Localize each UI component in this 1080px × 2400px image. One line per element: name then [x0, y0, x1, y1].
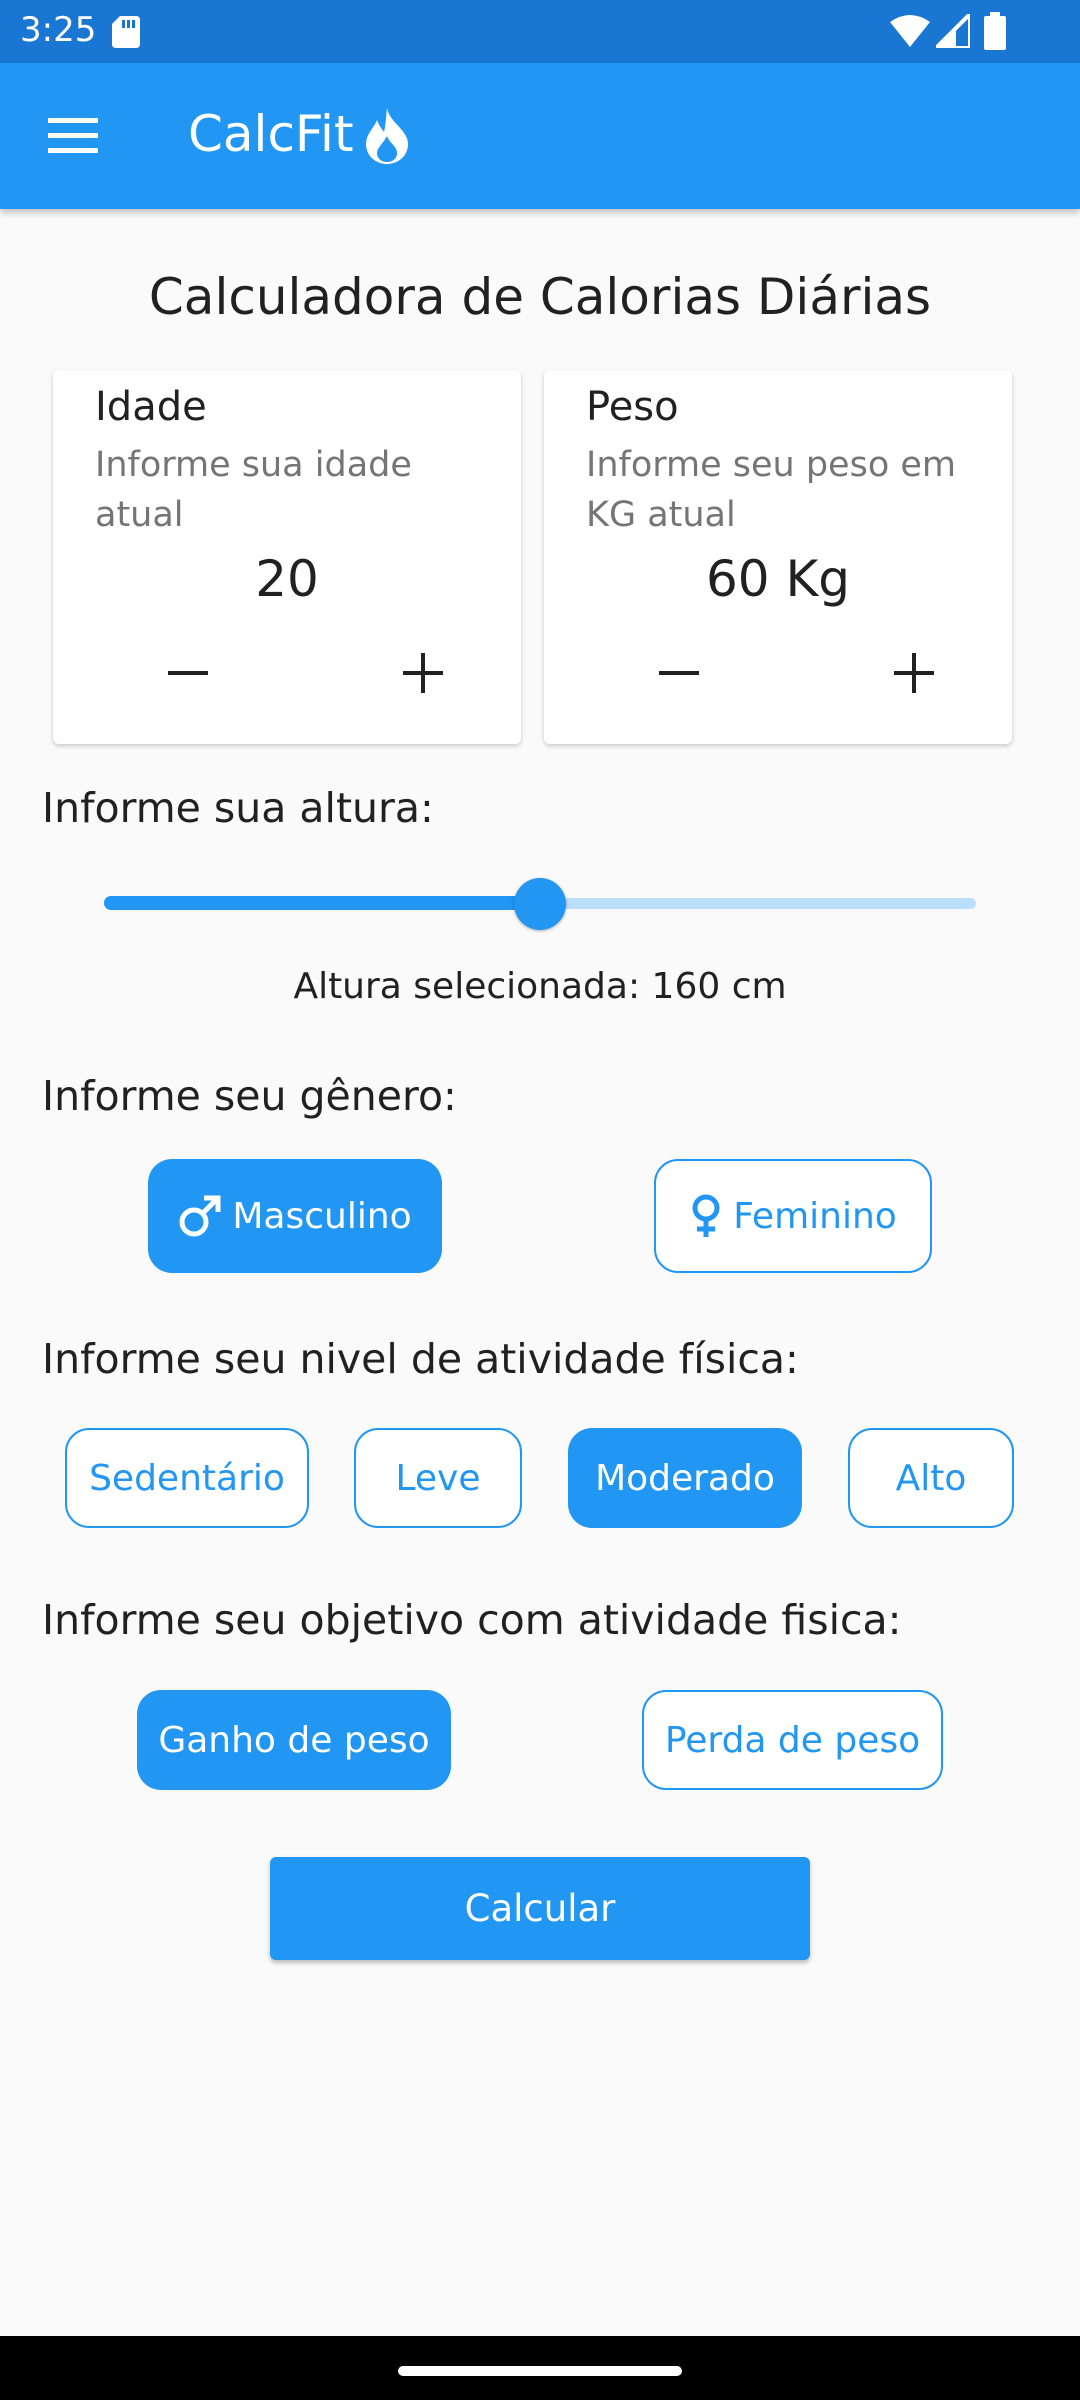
- flame-icon: [366, 108, 408, 164]
- gender-female-button[interactable]: Feminino: [654, 1159, 932, 1273]
- wifi-icon: [890, 15, 930, 47]
- activity-sedentary-label: Sedentário: [89, 1457, 285, 1499]
- status-time: 3:25: [20, 10, 97, 50]
- weight-value: 60 Kg: [705, 550, 851, 608]
- weight-label: Peso: [586, 384, 679, 430]
- app-bar: CalcFit: [0, 63, 1080, 209]
- activity-sedentary-button[interactable]: Sedentário: [65, 1428, 309, 1528]
- signal-icon: [936, 14, 970, 48]
- calculate-label: Calcular: [464, 1887, 616, 1930]
- activity-high-button[interactable]: Alto: [848, 1428, 1014, 1528]
- female-icon: [692, 1194, 720, 1237]
- height-readout: Altura selecionada: 160 cm: [293, 966, 787, 1007]
- weight-increment-button[interactable]: [879, 638, 949, 708]
- status-bar: 3:25: [0, 0, 1080, 63]
- male-icon: [179, 1195, 221, 1237]
- menu-icon[interactable]: [48, 118, 98, 154]
- plus-icon: [403, 653, 443, 693]
- activity-section-label: Informe seu nivel de atividade física:: [42, 1335, 799, 1383]
- page-title: Calculadora de Calorias Diárias: [148, 268, 932, 326]
- plus-icon: [894, 653, 934, 693]
- gender-male-label: Masculino: [232, 1195, 412, 1237]
- sd-card-icon: [112, 16, 140, 48]
- age-decrement-button[interactable]: [153, 638, 223, 708]
- gender-male-button[interactable]: Masculino: [148, 1159, 442, 1273]
- app-title: CalcFit: [188, 105, 354, 163]
- slider-fill: [104, 896, 540, 910]
- battery-icon: [984, 12, 1006, 50]
- goal-gain-button[interactable]: Ganho de peso: [137, 1690, 451, 1790]
- goal-loss-label: Perda de peso: [664, 1719, 921, 1761]
- activity-high-label: Alto: [895, 1457, 967, 1499]
- activity-light-label: Leve: [395, 1457, 481, 1499]
- home-handle[interactable]: [398, 2366, 682, 2376]
- activity-light-button[interactable]: Leve: [354, 1428, 522, 1528]
- age-hint: Informe sua idade atual: [95, 445, 412, 535]
- navigation-bar: [0, 2336, 1080, 2400]
- age-card: Idade Informe sua idade atual 20: [53, 370, 521, 744]
- minus-icon: [659, 671, 699, 675]
- gender-female-label: Feminino: [733, 1195, 897, 1237]
- activity-moderate-label: Moderado: [595, 1457, 775, 1499]
- age-value: 20: [255, 550, 319, 608]
- age-label: Idade: [95, 384, 207, 430]
- slider-thumb[interactable]: [514, 878, 566, 930]
- activity-moderate-button[interactable]: Moderado: [568, 1428, 802, 1528]
- gender-section-label: Informe seu gênero:: [42, 1072, 457, 1120]
- age-increment-button[interactable]: [388, 638, 458, 708]
- weight-hint: Informe seu peso em KG atual: [586, 445, 956, 535]
- calculate-button[interactable]: Calcular: [270, 1857, 810, 1960]
- goal-gain-label: Ganho de peso: [158, 1719, 430, 1761]
- height-slider[interactable]: [104, 874, 976, 934]
- minus-icon: [168, 671, 208, 675]
- weight-card: Peso Informe seu peso em KG atual 60 Kg: [544, 370, 1012, 744]
- goal-section-label: Informe seu objetivo com atividade fisic…: [42, 1596, 902, 1644]
- weight-decrement-button[interactable]: [644, 638, 714, 708]
- goal-loss-button[interactable]: Perda de peso: [642, 1690, 943, 1790]
- height-section-label: Informe sua altura:: [42, 784, 434, 832]
